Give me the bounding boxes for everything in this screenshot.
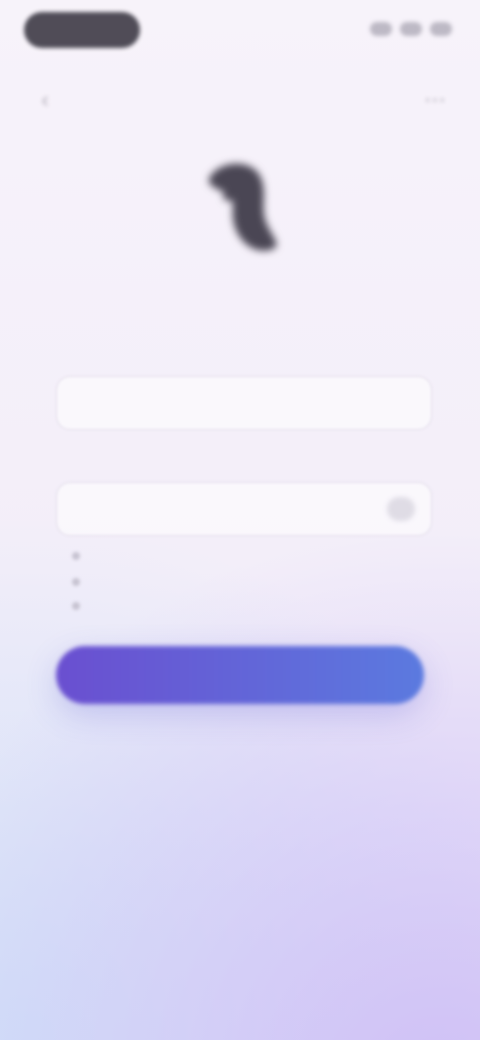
password-rule-bullet bbox=[72, 552, 80, 560]
email-field[interactable] bbox=[56, 376, 432, 430]
brand-logo bbox=[208, 163, 277, 251]
signal-icon bbox=[370, 22, 392, 36]
password-rule-bullet bbox=[72, 602, 80, 610]
chevron-left-icon[interactable]: ‹ bbox=[32, 87, 58, 113]
status-bar bbox=[0, 0, 480, 60]
wifi-icon bbox=[400, 22, 422, 36]
top-navigation: ‹ ⋯ bbox=[0, 78, 480, 122]
ellipsis-icon[interactable]: ⋯ bbox=[422, 87, 448, 113]
status-time-pill bbox=[24, 12, 140, 48]
eye-icon[interactable] bbox=[387, 497, 415, 521]
status-icons bbox=[370, 22, 452, 36]
battery-icon bbox=[430, 22, 452, 36]
password-rule-bullet bbox=[72, 578, 80, 586]
primary-submit-button[interactable] bbox=[56, 646, 424, 704]
password-field[interactable] bbox=[56, 482, 432, 536]
